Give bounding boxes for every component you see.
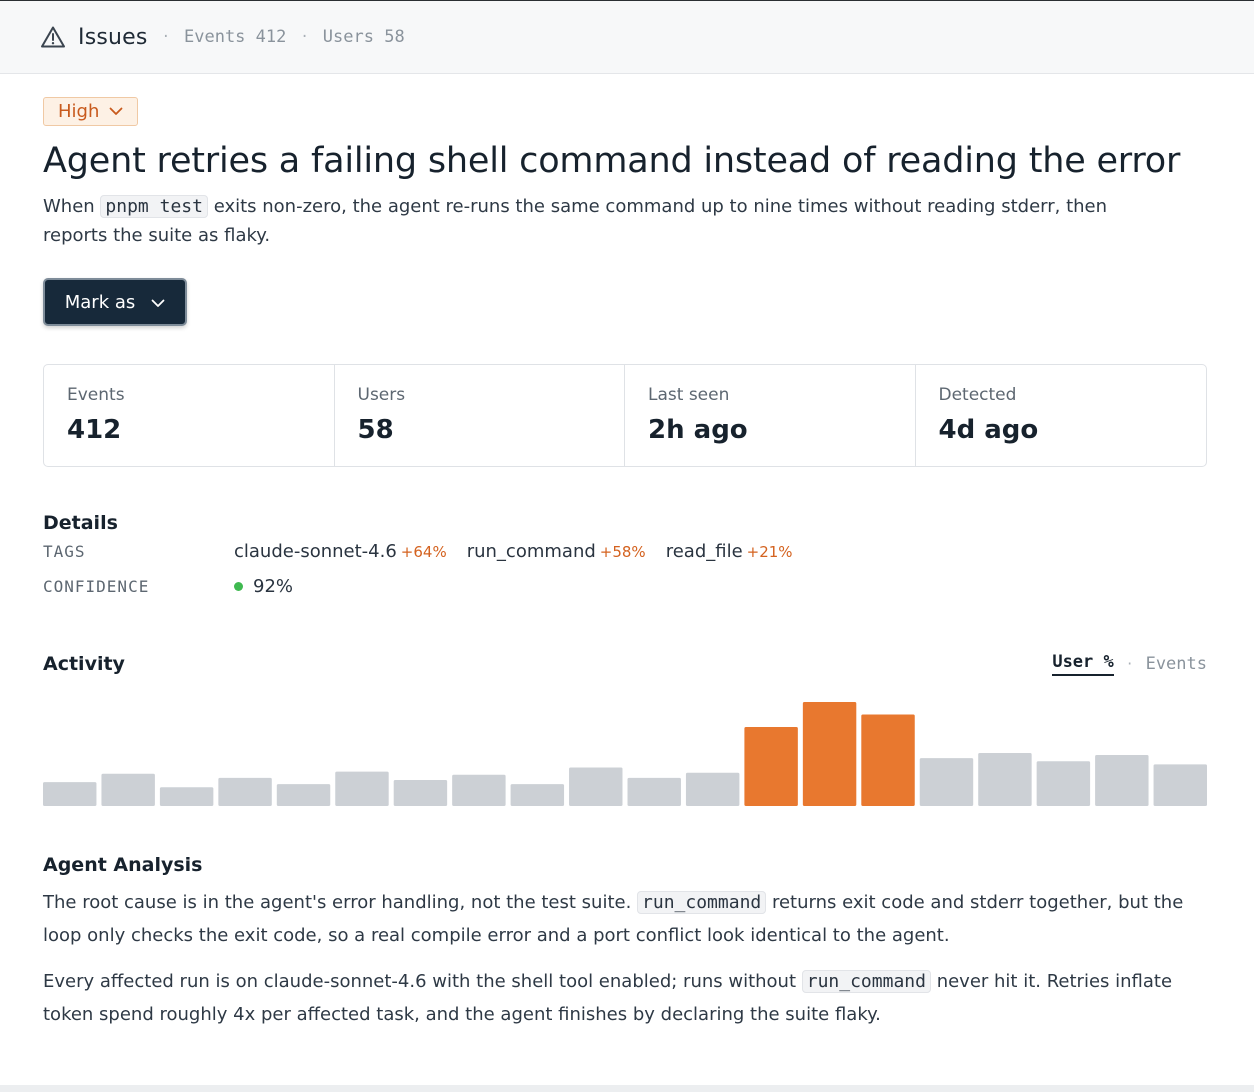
toggle-events[interactable]: Events bbox=[1146, 654, 1207, 674]
header-meta: · Events 412 · Users 58 bbox=[162, 27, 405, 47]
toggle-user-percent[interactable]: User % bbox=[1052, 652, 1114, 676]
tag-percent: +21% bbox=[746, 543, 793, 561]
issue-title: Agent retries a failing shell command in… bbox=[43, 141, 1181, 181]
activity-bar-highlight[interactable] bbox=[744, 726, 798, 806]
activity-bar-chart bbox=[43, 702, 1207, 806]
inline-code: run_command bbox=[801, 970, 931, 993]
confidence-percent: 92% bbox=[253, 576, 294, 597]
inline-code: run_command bbox=[637, 891, 767, 914]
stat-label: Events bbox=[67, 385, 125, 405]
stat-value: 58 bbox=[357, 415, 394, 445]
header-events-count: Events 412 bbox=[184, 27, 287, 47]
stat-users: Users 58 bbox=[335, 365, 625, 466]
activity-bar[interactable] bbox=[919, 758, 974, 806]
inline-code: pnpm test bbox=[100, 195, 208, 218]
activity-bar[interactable] bbox=[978, 752, 1032, 806]
activity-header: Activity User % · Events bbox=[43, 652, 1207, 676]
agent-analysis-section: Agent Analysis The root cause is in the … bbox=[43, 854, 1207, 1031]
activity-bar[interactable] bbox=[685, 772, 740, 806]
analysis-paragraph: Every affected run is on claude-sonnet-4… bbox=[43, 965, 1207, 1031]
stat-label: Last seen bbox=[648, 385, 730, 405]
stat-value: 412 bbox=[67, 415, 122, 445]
activity-bar[interactable] bbox=[452, 774, 506, 806]
activity-bar-highlight[interactable] bbox=[802, 702, 857, 806]
status-dot bbox=[234, 582, 243, 591]
tag-item[interactable]: run_command +58% bbox=[467, 541, 646, 562]
tag-item[interactable]: read_file +21% bbox=[666, 541, 793, 562]
tag-name: read_file bbox=[665, 541, 743, 562]
metric-toggle: User % · Events bbox=[1052, 652, 1207, 676]
section-title: Agent Analysis bbox=[43, 854, 203, 876]
analysis-text: The root cause is in the agent's error h… bbox=[43, 892, 638, 913]
section-title: Activity bbox=[43, 653, 125, 675]
activity-bar[interactable] bbox=[510, 784, 565, 806]
activity-bar[interactable] bbox=[1153, 764, 1207, 806]
activity-bar[interactable] bbox=[1036, 761, 1091, 806]
mark-as-button[interactable]: Mark as bbox=[43, 278, 187, 326]
separator-dot: · bbox=[1125, 656, 1134, 672]
confidence-key: CONFIDENCE bbox=[43, 577, 150, 596]
mark-as-label: Mark as bbox=[64, 291, 136, 313]
issue-description: When pnpm test exits non-zero, the agent… bbox=[43, 192, 1163, 250]
activity-chart bbox=[43, 684, 1207, 806]
tag-percent: +64% bbox=[400, 543, 447, 561]
activity-bar-highlight[interactable] bbox=[861, 714, 915, 806]
stat-value: 2h ago bbox=[648, 415, 748, 445]
severity-label: High bbox=[58, 101, 100, 122]
tag-list: claude-sonnet-4.6 +64% run_command +58% re… bbox=[234, 541, 793, 562]
activity-bar[interactable] bbox=[335, 771, 389, 806]
activity-bar[interactable] bbox=[569, 767, 623, 806]
tag-name: run_command bbox=[466, 541, 596, 562]
stats-panel: Events 412 Users 58 Last seen 2h ago Det… bbox=[43, 364, 1207, 467]
section-title: Details bbox=[43, 512, 118, 534]
activity-bar[interactable] bbox=[218, 777, 272, 806]
confidence-value: 92% bbox=[234, 576, 293, 597]
bottom-strip bbox=[0, 1085, 1254, 1092]
stat-events: Events 412 bbox=[44, 365, 335, 466]
tag-item[interactable]: claude-sonnet-4.6 +64% bbox=[234, 541, 447, 562]
analysis-text: Every affected run is on claude-sonnet-4… bbox=[43, 971, 802, 992]
tags-key: TAGS bbox=[43, 542, 86, 561]
tag-name: claude-sonnet-4.6 bbox=[234, 541, 397, 562]
page-title: Issues bbox=[78, 24, 148, 50]
details-section: Details TAGS claude-sonnet-4.6 +64% run_c… bbox=[43, 512, 1207, 604]
activity-bar[interactable] bbox=[1095, 755, 1149, 806]
separator-dot: · bbox=[161, 29, 170, 45]
stat-value: 4d ago bbox=[938, 415, 1039, 445]
stat-label: Detected bbox=[938, 385, 1017, 405]
top-bar: Issues · Events 412 · Users 58 bbox=[0, 0, 1254, 74]
stat-detected: Detected 4d ago bbox=[916, 365, 1207, 466]
stat-label: Users bbox=[357, 385, 406, 405]
warning-triangle-icon bbox=[40, 24, 66, 50]
desc-text: When bbox=[43, 196, 101, 217]
header-users-count: Users 58 bbox=[322, 27, 405, 47]
chevron-down-icon bbox=[109, 107, 123, 116]
activity-bar[interactable] bbox=[101, 773, 155, 806]
activity-bar[interactable] bbox=[393, 780, 448, 806]
activity-bar[interactable] bbox=[159, 787, 214, 806]
tag-percent: +58% bbox=[599, 543, 646, 561]
issue-content: High Agent retries a failing shell comma… bbox=[43, 97, 1207, 1031]
tags-row: TAGS claude-sonnet-4.6 +64% run_command +5… bbox=[43, 534, 1207, 569]
activity-bar[interactable] bbox=[43, 782, 97, 806]
activity-section: Activity User % · Events bbox=[43, 652, 1207, 806]
activity-bar[interactable] bbox=[276, 784, 331, 806]
confidence-row: CONFIDENCE 92% bbox=[43, 569, 1207, 604]
severity-dropdown[interactable]: High bbox=[43, 97, 139, 126]
analysis-paragraph: The root cause is in the agent's error h… bbox=[43, 886, 1207, 952]
stat-last-seen: Last seen 2h ago bbox=[625, 365, 916, 466]
separator-dot: · bbox=[300, 29, 309, 45]
chevron-down-icon bbox=[151, 292, 165, 313]
activity-bar[interactable] bbox=[627, 777, 681, 806]
